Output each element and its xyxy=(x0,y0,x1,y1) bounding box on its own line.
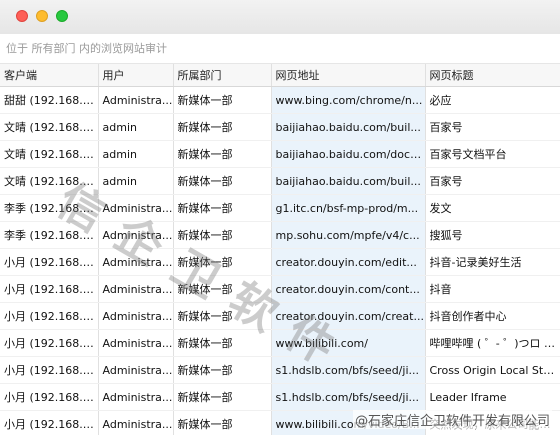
cell-title: Leader Iframe xyxy=(425,383,560,411)
maximize-window-button[interactable] xyxy=(56,10,68,22)
location-text: 位于 所有部门 内的浏览网站审计 xyxy=(6,42,167,55)
table-row[interactable]: 小月 (192.168.1... Administra... 新媒体一部 s1.hds… xyxy=(0,356,560,384)
cell-client: 小月 (192.168.1... xyxy=(0,410,99,435)
cell-url: baijiahao.baidu.com/buil... xyxy=(271,113,426,141)
cell-department: 新媒体一部 xyxy=(173,113,272,141)
cell-user: Administra... xyxy=(98,302,174,330)
cell-title: 抖音-记录美好生活 xyxy=(425,248,560,276)
table-row[interactable]: 小月 (192.168.1... Administra... 新媒体一部 s1.hds… xyxy=(0,383,560,411)
cell-url: creator.douyin.com/creat... xyxy=(271,302,426,330)
cell-user: Administra... xyxy=(98,194,174,222)
cell-url: www.bing.com/chrome/n... xyxy=(271,86,426,114)
cell-url: baijiahao.baidu.com/buil... xyxy=(271,167,426,195)
cell-client: 小月 (192.168.1... xyxy=(0,302,99,330)
cell-title: 百家号 xyxy=(425,167,560,195)
cell-client: 小月 (192.168.1... xyxy=(0,248,99,276)
cell-title: 发文 xyxy=(425,194,560,222)
corner-watermark: @石家庄信企卫软件开发有限公司 xyxy=(352,410,552,429)
cell-department: 新媒体一部 xyxy=(173,248,272,276)
cell-user: Administra... xyxy=(98,275,174,303)
cell-url: creator.douyin.com/cont... xyxy=(271,275,426,303)
table-header-row: 客户端 用户 所属部门 网页地址 网页标题 xyxy=(0,64,560,87)
cell-department: 新媒体一部 xyxy=(173,194,272,222)
column-header-department[interactable]: 所属部门 xyxy=(173,64,272,87)
table-row[interactable]: 文晴 (192.168.1... admin 新媒体一部 baijiahao.baid… xyxy=(0,140,560,168)
cell-client: 小月 (192.168.1... xyxy=(0,275,99,303)
cell-title: 搜狐号 xyxy=(425,221,560,249)
audit-table-container: 客户端 用户 所属部门 网页地址 网页标题 甜甜 (192.168.1... Ad… xyxy=(0,64,560,435)
cell-title: 必应 xyxy=(425,86,560,114)
cell-client: 李季 (192.168.1... xyxy=(0,221,99,249)
cell-client: 文晴 (192.168.1... xyxy=(0,167,99,195)
cell-client: 文晴 (192.168.1... xyxy=(0,113,99,141)
cell-title: 百家号 xyxy=(425,113,560,141)
cell-title: 百家号文档平台 xyxy=(425,140,560,168)
cell-url: www.bilibili.com/ xyxy=(271,329,426,357)
column-header-title[interactable]: 网页标题 xyxy=(425,64,560,87)
table-row[interactable]: 甜甜 (192.168.1... Administra... 新媒体一部 www.bi… xyxy=(0,86,560,114)
cell-title: 抖音 xyxy=(425,275,560,303)
cell-department: 新媒体一部 xyxy=(173,302,272,330)
table-row[interactable]: 李季 (192.168.1... Administra... 新媒体一部 g1.itc… xyxy=(0,194,560,222)
cell-user: Administra... xyxy=(98,221,174,249)
window-titlebar xyxy=(0,0,560,34)
cell-user: Administra... xyxy=(98,248,174,276)
cell-department: 新媒体一部 xyxy=(173,167,272,195)
cell-department: 新媒体一部 xyxy=(173,410,272,435)
cell-department: 新媒体一部 xyxy=(173,221,272,249)
cell-client: 李季 (192.168.1... xyxy=(0,194,99,222)
cell-user: Administra... xyxy=(98,86,174,114)
cell-client: 小月 (192.168.1... xyxy=(0,329,99,357)
table-row[interactable]: 小月 (192.168.1... Administra... 新媒体一部 creato… xyxy=(0,302,560,330)
cell-department: 新媒体一部 xyxy=(173,86,272,114)
table-row[interactable]: 小月 (192.168.1... Administra... 新媒体一部 www.bi… xyxy=(0,329,560,357)
location-bar: 位于 所有部门 内的浏览网站审计 xyxy=(0,34,560,64)
cell-client: 文晴 (192.168.1... xyxy=(0,140,99,168)
table-row[interactable]: 文晴 (192.168.1... admin 新媒体一部 baijiahao.baid… xyxy=(0,167,560,195)
minimize-window-button[interactable] xyxy=(36,10,48,22)
cell-url: g1.itc.cn/bsf-mp-prod/m... xyxy=(271,194,426,222)
cell-department: 新媒体一部 xyxy=(173,140,272,168)
cell-user: admin xyxy=(98,140,174,168)
cell-user: Administra... xyxy=(98,329,174,357)
table-row[interactable]: 小月 (192.168.1... Administra... 新媒体一部 creato… xyxy=(0,275,560,303)
cell-url: s1.hdslb.com/bfs/seed/ji... xyxy=(271,356,426,384)
cell-user: Administra... xyxy=(98,410,174,435)
table-row[interactable]: 小月 (192.168.1... Administra... 新媒体一部 creato… xyxy=(0,248,560,276)
cell-url: creator.douyin.com/edit... xyxy=(271,248,426,276)
cell-user: Administra... xyxy=(98,356,174,384)
cell-url: mp.sohu.com/mpfe/v4/c... xyxy=(271,221,426,249)
cell-title: 哔哩哔哩 ( ゜- ゜)つロ 干杯 xyxy=(425,329,560,357)
cell-user: admin xyxy=(98,167,174,195)
close-window-button[interactable] xyxy=(16,10,28,22)
table-row[interactable]: 文晴 (192.168.1... admin 新媒体一部 baijiahao.baid… xyxy=(0,113,560,141)
cell-department: 新媒体一部 xyxy=(173,383,272,411)
column-header-client[interactable]: 客户端 xyxy=(0,64,99,87)
cell-department: 新媒体一部 xyxy=(173,356,272,384)
cell-department: 新媒体一部 xyxy=(173,275,272,303)
audit-table: 客户端 用户 所属部门 网页地址 网页标题 甜甜 (192.168.1... Ad… xyxy=(0,64,560,435)
cell-url: s1.hdslb.com/bfs/seed/ji... xyxy=(271,383,426,411)
column-header-url[interactable]: 网页地址 xyxy=(271,64,426,87)
cell-title: Cross Origin Local Storage xyxy=(425,356,560,384)
cell-user: Administra... xyxy=(98,383,174,411)
cell-client: 小月 (192.168.1... xyxy=(0,383,99,411)
column-header-user[interactable]: 用户 xyxy=(98,64,174,87)
cell-client: 甜甜 (192.168.1... xyxy=(0,86,99,114)
cell-url: baijiahao.baidu.com/docs/... xyxy=(271,140,426,168)
cell-client: 小月 (192.168.1... xyxy=(0,356,99,384)
cell-user: admin xyxy=(98,113,174,141)
table-row[interactable]: 李季 (192.168.1... Administra... 新媒体一部 mp.soh… xyxy=(0,221,560,249)
cell-department: 新媒体一部 xyxy=(173,329,272,357)
cell-title: 抖音创作者中心 xyxy=(425,302,560,330)
